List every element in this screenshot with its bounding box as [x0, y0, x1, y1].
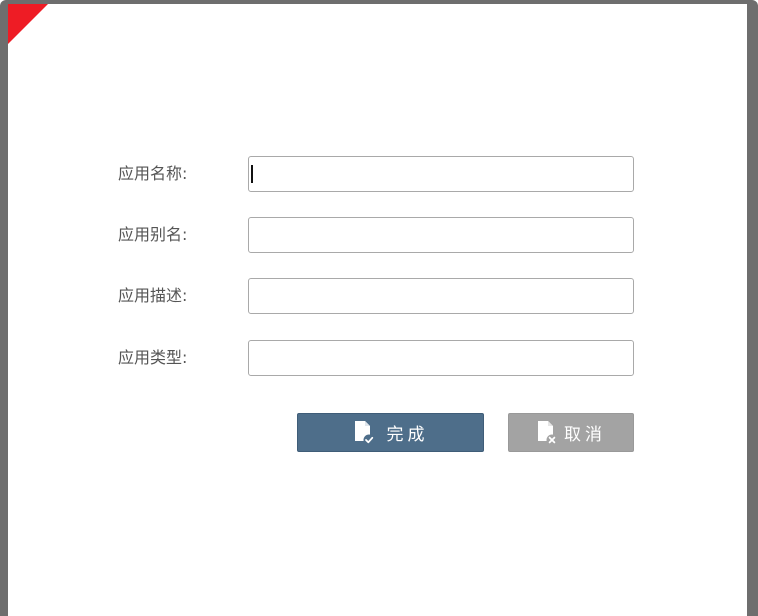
- file-x-icon: [536, 420, 558, 446]
- app-description-input[interactable]: [248, 278, 634, 314]
- app-name-row: 应用名称:: [0, 156, 700, 192]
- finish-button[interactable]: 完成: [297, 413, 484, 452]
- cancel-button-label: 取消: [564, 425, 606, 445]
- app-type-row: 应用类型:: [0, 340, 700, 376]
- cancel-button[interactable]: 取消: [508, 413, 634, 452]
- corner-marker: [8, 4, 48, 44]
- app-name-label: 应用名称:: [118, 164, 188, 183]
- app-description-row: 应用描述:: [0, 278, 700, 314]
- app-name-input[interactable]: [248, 156, 634, 192]
- app-alias-label: 应用别名:: [118, 225, 188, 244]
- app-alias-input[interactable]: [248, 217, 634, 253]
- app-alias-row: 应用别名:: [0, 217, 700, 253]
- app-description-label: 应用描述:: [118, 286, 188, 305]
- app-type-label: 应用类型:: [118, 348, 188, 367]
- finish-button-label: 完成: [386, 425, 429, 445]
- text-cursor: [251, 165, 253, 183]
- file-check-icon: [353, 420, 375, 446]
- app-type-input[interactable]: [248, 340, 634, 376]
